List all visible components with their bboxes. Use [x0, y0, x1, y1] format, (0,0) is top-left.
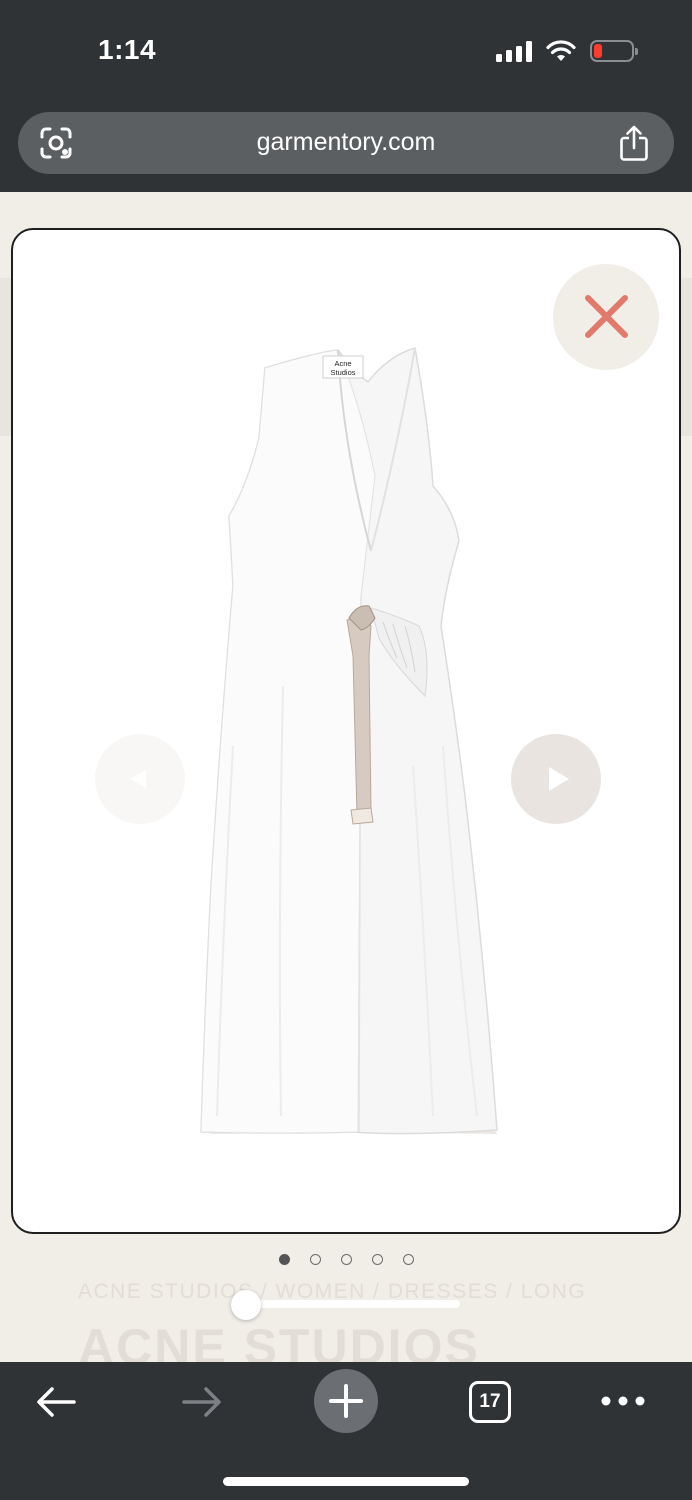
status-time: 1:14	[98, 34, 157, 65]
share-icon[interactable]	[618, 124, 650, 162]
close-button[interactable]	[553, 264, 659, 370]
tab-switcher-button[interactable]: 17	[469, 1381, 511, 1423]
scroll-slider-thumb[interactable]	[231, 1290, 261, 1320]
scroll-slider-track[interactable]	[236, 1300, 460, 1308]
pagination-dot[interactable]	[340, 1254, 352, 1265]
status-icons	[496, 38, 638, 64]
product-image: Acne Studios	[200, 347, 498, 1135]
address-bar[interactable]: garmentory.com	[18, 112, 674, 174]
pagination-dot[interactable]	[278, 1254, 290, 1265]
pagination-dot[interactable]	[371, 1254, 383, 1265]
previous-image-button[interactable]	[95, 734, 185, 824]
battery-low-icon	[590, 40, 638, 62]
garment-label-text: Acne	[334, 359, 351, 368]
pagination-dot[interactable]	[402, 1254, 414, 1265]
plus-icon	[329, 1384, 363, 1418]
garment-label-text: Studios	[330, 368, 355, 377]
close-x-icon	[585, 295, 628, 338]
home-indicator[interactable]	[223, 1477, 469, 1486]
browser-top-chrome: 1:14 garmentory.com	[0, 0, 692, 192]
forward-arrow-icon[interactable]	[180, 1384, 224, 1420]
cellular-signal-icon	[496, 40, 532, 62]
arrow-right-icon	[549, 767, 569, 791]
arrow-left-icon	[130, 770, 146, 788]
wifi-icon	[546, 40, 576, 61]
image-pagination	[0, 1254, 692, 1265]
image-gallery-modal: Acne Studios	[11, 228, 681, 1234]
back-arrow-icon[interactable]	[34, 1384, 78, 1420]
url-text[interactable]: garmentory.com	[18, 128, 674, 157]
pagination-dot[interactable]	[309, 1254, 321, 1265]
new-tab-button[interactable]	[314, 1369, 378, 1433]
next-image-button[interactable]	[511, 734, 601, 824]
more-options-icon[interactable]	[600, 1395, 646, 1407]
